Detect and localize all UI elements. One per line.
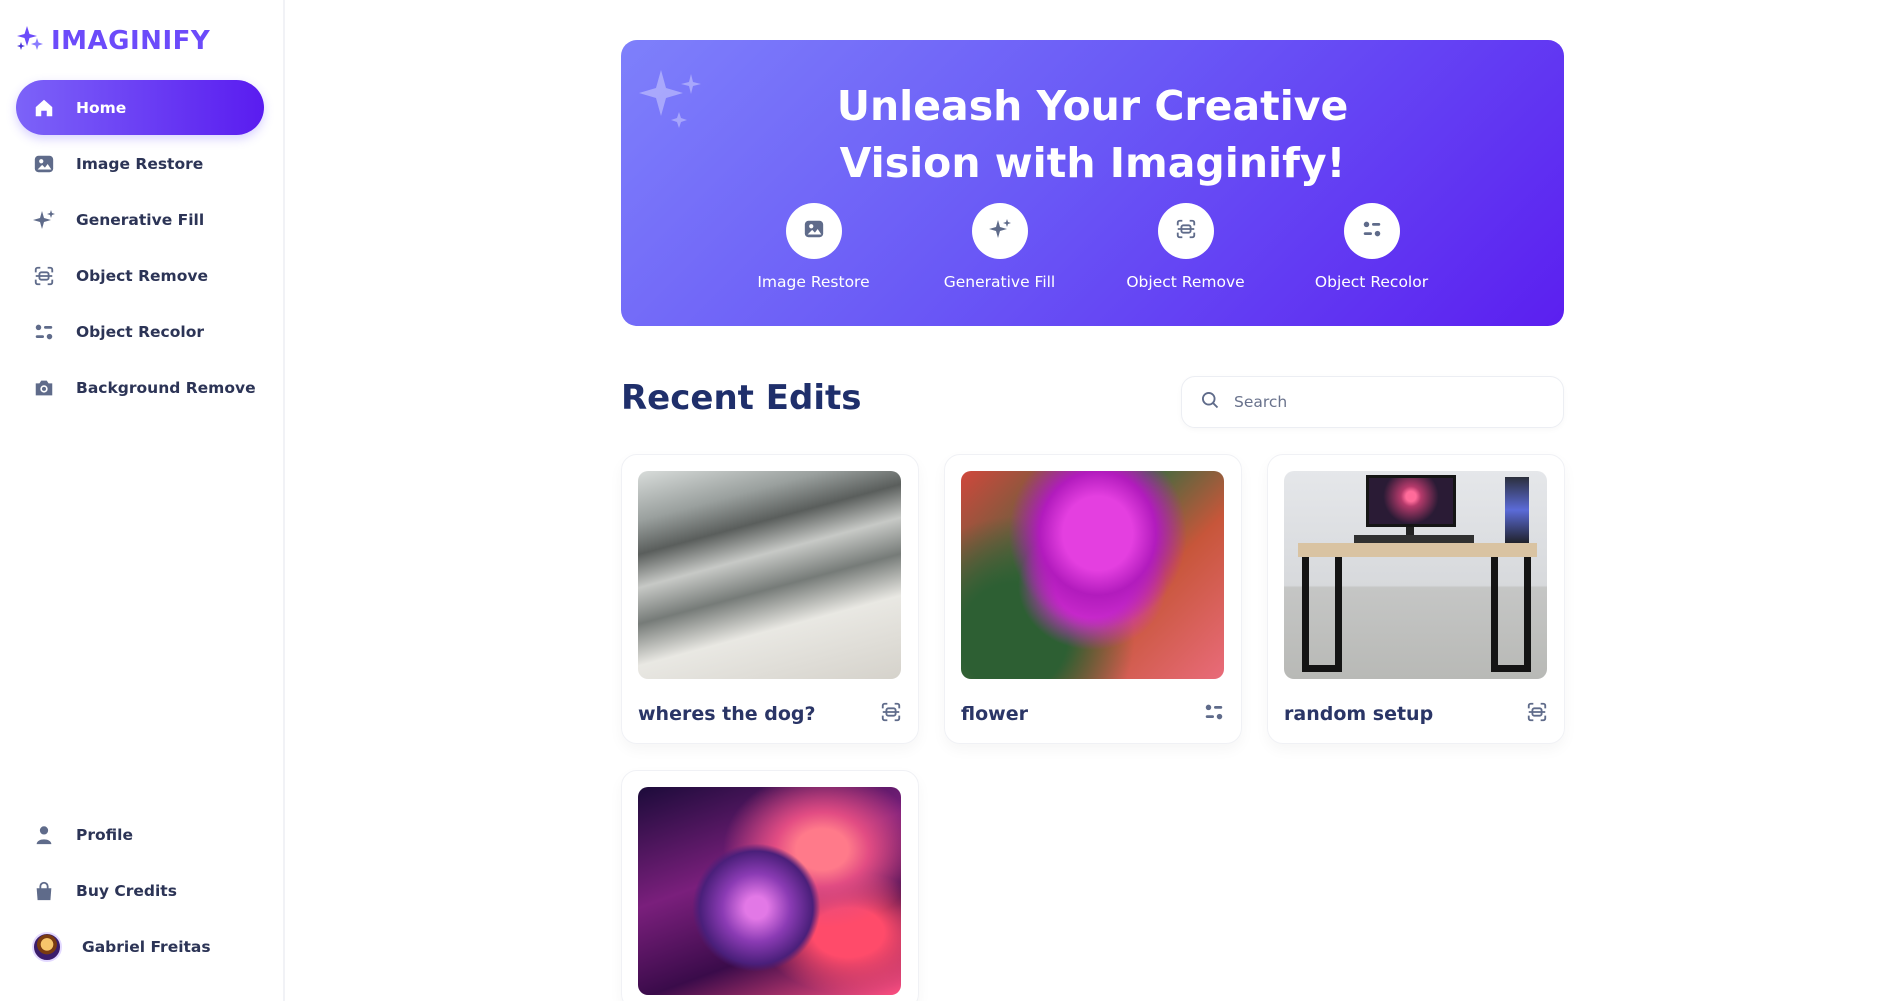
- tool-icon-circle: [785, 203, 842, 259]
- app-root: IMAGINIFY Home Image Restore Generative …: [0, 0, 1895, 1001]
- image-icon: [803, 218, 825, 244]
- scan-icon: [32, 264, 56, 288]
- card-footer: wheres the dog?: [638, 701, 902, 727]
- sidebar-item-label: Image Restore: [76, 154, 204, 173]
- thumb-monitor: [1366, 475, 1456, 527]
- search-box[interactable]: [1181, 376, 1564, 428]
- tool-icon-circle: [971, 203, 1028, 259]
- sidebar-item-label: Background Remove: [76, 378, 256, 397]
- card-footer: flower: [961, 701, 1225, 727]
- main-content: Unleash Your Creative Vision with Imagin…: [621, 40, 1565, 1001]
- sidebar-item-buy-credits[interactable]: Buy Credits: [16, 863, 264, 918]
- filter-icon: [1361, 218, 1383, 244]
- avatar[interactable]: [32, 932, 62, 962]
- thumb-pc: [1505, 477, 1529, 543]
- sidebar-item-image-restore[interactable]: Image Restore: [16, 136, 264, 191]
- recent-edits-grid: wheres the dog? flower random setup: [621, 454, 1565, 1001]
- tool-icon-circle: [1157, 203, 1214, 259]
- search-icon: [1200, 390, 1220, 414]
- sidebar-item-generative-fill[interactable]: Generative Fill: [16, 192, 264, 247]
- sidebar-item-label: Profile: [76, 825, 133, 844]
- thumb-desk-leg: [1491, 557, 1531, 672]
- tool-image-restore[interactable]: Image Restore: [721, 203, 907, 291]
- edit-card[interactable]: random setup: [1267, 454, 1565, 744]
- sidebar-item-background-remove[interactable]: Background Remove: [16, 360, 264, 415]
- user-icon: [32, 823, 56, 847]
- hero-banner: Unleash Your Creative Vision with Imagin…: [621, 40, 1564, 326]
- sidebar-item-object-remove[interactable]: Object Remove: [16, 248, 264, 303]
- scan-icon: [1175, 218, 1197, 244]
- card-title: random setup: [1284, 703, 1434, 725]
- logo-sparkle-icon: [15, 24, 45, 58]
- camera-icon: [32, 376, 56, 400]
- tool-label: Generative Fill: [943, 273, 1056, 291]
- sidebar-item-object-recolor[interactable]: Object Recolor: [16, 304, 264, 359]
- tool-object-recolor[interactable]: Object Recolor: [1279, 203, 1465, 291]
- sidebar-item-label: Object Remove: [76, 266, 208, 285]
- tool-generative-fill[interactable]: Generative Fill: [907, 203, 1093, 291]
- search-input[interactable]: [1234, 393, 1534, 411]
- bag-icon: [32, 879, 56, 903]
- sparkles-icon: [988, 217, 1012, 245]
- edit-card[interactable]: [621, 770, 919, 1001]
- sidebar-item-label: Home: [76, 98, 127, 117]
- card-title: wheres the dog?: [638, 703, 816, 725]
- user-name: Gabriel Freitas: [82, 938, 211, 956]
- tool-label: Object Recolor: [1314, 273, 1429, 291]
- recent-edits-header: Recent Edits: [621, 350, 1564, 446]
- thumb-desk: [1298, 543, 1537, 557]
- edit-card[interactable]: wheres the dog?: [621, 454, 919, 744]
- edit-thumbnail: [638, 787, 901, 995]
- sidebar-item-label: Object Recolor: [76, 322, 204, 341]
- hero-title-line-2: Vision with Imaginify!: [839, 139, 1346, 187]
- tool-label: Object Remove: [1126, 273, 1245, 291]
- sidebar-item-label: Generative Fill: [76, 210, 205, 229]
- tool-object-remove[interactable]: Object Remove: [1093, 203, 1279, 291]
- filter-icon: [32, 320, 56, 344]
- tool-label: Image Restore: [757, 273, 870, 291]
- tool-icon-circle: [1343, 203, 1400, 259]
- sparkles-icon: [32, 208, 56, 232]
- hero-title-line-1: Unleash Your Creative: [836, 82, 1349, 130]
- thumb-desk-leg: [1302, 557, 1342, 672]
- tool-shortcuts: Image Restore Generative Fill Object Rem…: [621, 203, 1564, 291]
- edit-card[interactable]: flower: [944, 454, 1242, 744]
- edit-thumbnail: [1284, 471, 1547, 679]
- hero-title: Unleash Your Creative Vision with Imagin…: [621, 78, 1564, 192]
- sidebar-bottom: Profile Buy Credits Gabriel Freitas: [16, 807, 264, 975]
- image-icon: [32, 152, 56, 176]
- filter-icon: [1203, 701, 1225, 727]
- sidebar-nav: Home Image Restore Generative Fill Objec…: [16, 80, 264, 416]
- edit-thumbnail: [961, 471, 1224, 679]
- logo[interactable]: IMAGINIFY: [15, 24, 210, 58]
- card-title: flower: [961, 703, 1028, 725]
- user-menu[interactable]: Gabriel Freitas: [16, 919, 264, 975]
- thumb-mat: [1354, 535, 1474, 543]
- sidebar-item-profile[interactable]: Profile: [16, 807, 264, 862]
- scan-icon: [1526, 701, 1548, 727]
- brand-name: IMAGINIFY: [51, 26, 211, 56]
- card-footer: random setup: [1284, 701, 1548, 727]
- edit-thumbnail: [638, 471, 901, 679]
- sidebar: IMAGINIFY Home Image Restore Generative …: [0, 0, 285, 1001]
- sidebar-item-home[interactable]: Home: [16, 80, 264, 135]
- home-icon: [32, 96, 56, 120]
- scan-icon: [880, 701, 902, 727]
- recent-edits-title: Recent Edits: [621, 378, 862, 418]
- sidebar-item-label: Buy Credits: [76, 881, 177, 900]
